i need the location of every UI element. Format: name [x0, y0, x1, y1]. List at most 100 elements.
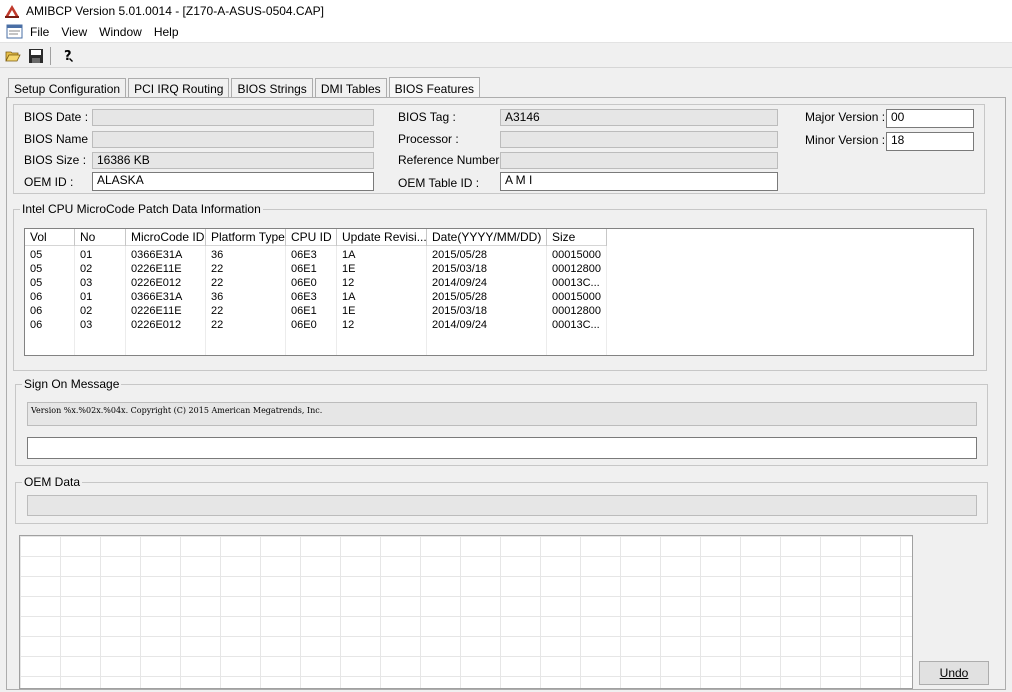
tab-bios-strings[interactable]: BIOS Strings [231, 78, 313, 98]
cell-platform-type: 22 [211, 305, 224, 317]
tab-bios-features[interactable]: BIOS Features [388, 77, 480, 99]
cell-vol: 05 [30, 263, 43, 275]
column-header-microcode-id[interactable]: MicroCode ID [126, 229, 206, 246]
column-header-update-revision[interactable]: Update Revisi... [337, 229, 427, 246]
app-icon [5, 5, 19, 18]
cell-update-revision: 1A [342, 291, 356, 303]
microcode-list[interactable]: Vol No MicroCode ID Platform Type CPU ID… [24, 228, 974, 356]
tab-pci-irq-routing[interactable]: PCI IRQ Routing [128, 78, 230, 98]
cell-size: 00015000 [552, 249, 601, 261]
reference-number-field [500, 152, 778, 169]
window-title: AMIBCP Version 5.01.0014 - [Z170-A-ASUS-… [26, 4, 324, 18]
cell-vol: 05 [30, 277, 43, 289]
column-separator [74, 246, 75, 355]
cell-update-revision: 1E [342, 305, 356, 317]
bios-size-field: 16386 KB [92, 152, 374, 169]
column-header-no[interactable]: No [75, 229, 126, 246]
title-bar: AMIBCP Version 5.01.0014 - [Z170-A-ASUS-… [0, 0, 1012, 22]
help-icon: ? [64, 49, 73, 64]
tab-setup-configuration[interactable]: Setup Configuration [8, 78, 127, 98]
sign-on-message-field: Version %x.%02x.%04x. Copyright (C) 2015… [27, 402, 977, 426]
cell-date: 2015/03/18 [432, 305, 488, 317]
menu-view[interactable]: View [55, 25, 93, 39]
cell-date: 2014/09/24 [432, 277, 488, 289]
cell-update-revision: 12 [342, 277, 355, 289]
cell-cpu-id: 06E0 [291, 319, 317, 331]
cell-size: 00012800 [552, 263, 601, 275]
bios-tag-field: A3146 [500, 109, 778, 126]
cell-size: 00012800 [552, 305, 601, 317]
table-row[interactable]: 05 01 0366E31A 36 06E3 1A 2015/05/28 00015000 [25, 248, 607, 262]
column-header-date[interactable]: Date(YYYY/MM/DD) [427, 229, 547, 246]
table-row[interactable]: 06 02 0226E11E 22 06E1 1E 2015/03/18 00012800 [25, 304, 607, 318]
column-separator [336, 246, 337, 355]
cell-no: 03 [80, 277, 93, 289]
mdi-document-icon[interactable] [6, 24, 24, 40]
minor-version-input[interactable]: 18 [886, 132, 974, 151]
toolbar: ? [0, 44, 1012, 68]
oem-table-id-label: OEM Table ID : [398, 176, 480, 190]
cell-date: 2015/05/28 [432, 291, 488, 303]
reference-number-label: Reference Number : [398, 153, 507, 167]
oem-data-field [27, 495, 977, 516]
cell-no: 02 [80, 263, 93, 275]
save-button[interactable] [26, 46, 46, 66]
cell-platform-type: 36 [211, 291, 224, 303]
microcode-group: Intel CPU MicroCode Patch Data Informati… [13, 202, 987, 371]
bios-date-field [92, 109, 374, 126]
menu-help[interactable]: Help [148, 25, 185, 39]
microcode-legend: Intel CPU MicroCode Patch Data Informati… [20, 202, 263, 216]
bios-name-field [92, 131, 374, 148]
table-row[interactable]: 06 01 0366E31A 36 06E3 1A 2015/05/28 00015000 [25, 290, 607, 304]
cell-size: 00013C... [552, 319, 600, 331]
sign-on-legend: Sign On Message [22, 377, 122, 391]
tab-dmi-tables[interactable]: DMI Tables [314, 78, 387, 98]
column-header-vol[interactable]: Vol [25, 229, 75, 246]
cell-vol: 05 [30, 249, 43, 261]
cell-platform-type: 36 [211, 249, 224, 261]
cell-date: 2015/05/28 [432, 249, 488, 261]
minor-version-label: Minor Version : [805, 133, 886, 147]
bios-tag-label: BIOS Tag : [398, 110, 456, 124]
cell-update-revision: 12 [342, 319, 355, 331]
cell-cpu-id: 06E1 [291, 305, 317, 317]
column-separator [546, 246, 547, 355]
oem-data-group: OEM Data [15, 475, 988, 524]
cell-platform-type: 22 [211, 277, 224, 289]
column-separator [426, 246, 427, 355]
table-row[interactable]: 06 03 0226E012 22 06E0 12 2014/09/24 00013C... [25, 318, 607, 332]
cell-microcode-id: 0366E31A [131, 249, 183, 261]
cell-cpu-id: 06E1 [291, 263, 317, 275]
column-header-cpu-id[interactable]: CPU ID [286, 229, 337, 246]
table-row[interactable]: 05 03 0226E012 22 06E0 12 2014/09/24 00013C... [25, 276, 607, 290]
sign-on-input[interactable] [27, 437, 977, 459]
menu-file[interactable]: File [24, 25, 55, 39]
column-header-platform-type[interactable]: Platform Type [206, 229, 286, 246]
microcode-list-header: Vol No MicroCode ID Platform Type CPU ID… [25, 229, 607, 246]
table-row[interactable]: 05 02 0226E11E 22 06E1 1E 2015/03/18 00012800 [25, 262, 607, 276]
data-grid[interactable] [19, 535, 913, 689]
cell-microcode-id: 0226E012 [131, 277, 182, 289]
bios-name-label: BIOS Name : [24, 132, 95, 146]
cell-update-revision: 1E [342, 263, 356, 275]
help-button[interactable]: ? [58, 46, 78, 66]
column-separator [205, 246, 206, 355]
cell-microcode-id: 0226E11E [131, 263, 182, 275]
cell-cpu-id: 06E3 [291, 291, 317, 303]
open-button[interactable] [3, 46, 23, 66]
oem-data-legend: OEM Data [22, 475, 83, 489]
cell-cpu-id: 06E3 [291, 249, 317, 261]
column-separator [285, 246, 286, 355]
cell-no: 01 [80, 249, 93, 261]
bios-date-label: BIOS Date : [24, 110, 89, 124]
toolbar-separator [50, 46, 51, 65]
save-icon [29, 48, 43, 63]
undo-button[interactable]: Undo [919, 661, 989, 685]
oem-id-input[interactable]: ALASKA [92, 172, 374, 191]
menu-window[interactable]: Window [93, 25, 148, 39]
oem-table-id-input[interactable]: A M I [500, 172, 778, 191]
bios-info-group: BIOS Date : BIOS Name : BIOS Size : 1638… [13, 104, 985, 194]
cell-microcode-id: 0226E012 [131, 319, 182, 331]
major-version-input[interactable]: 00 [886, 109, 974, 128]
column-header-size[interactable]: Size [547, 229, 607, 246]
